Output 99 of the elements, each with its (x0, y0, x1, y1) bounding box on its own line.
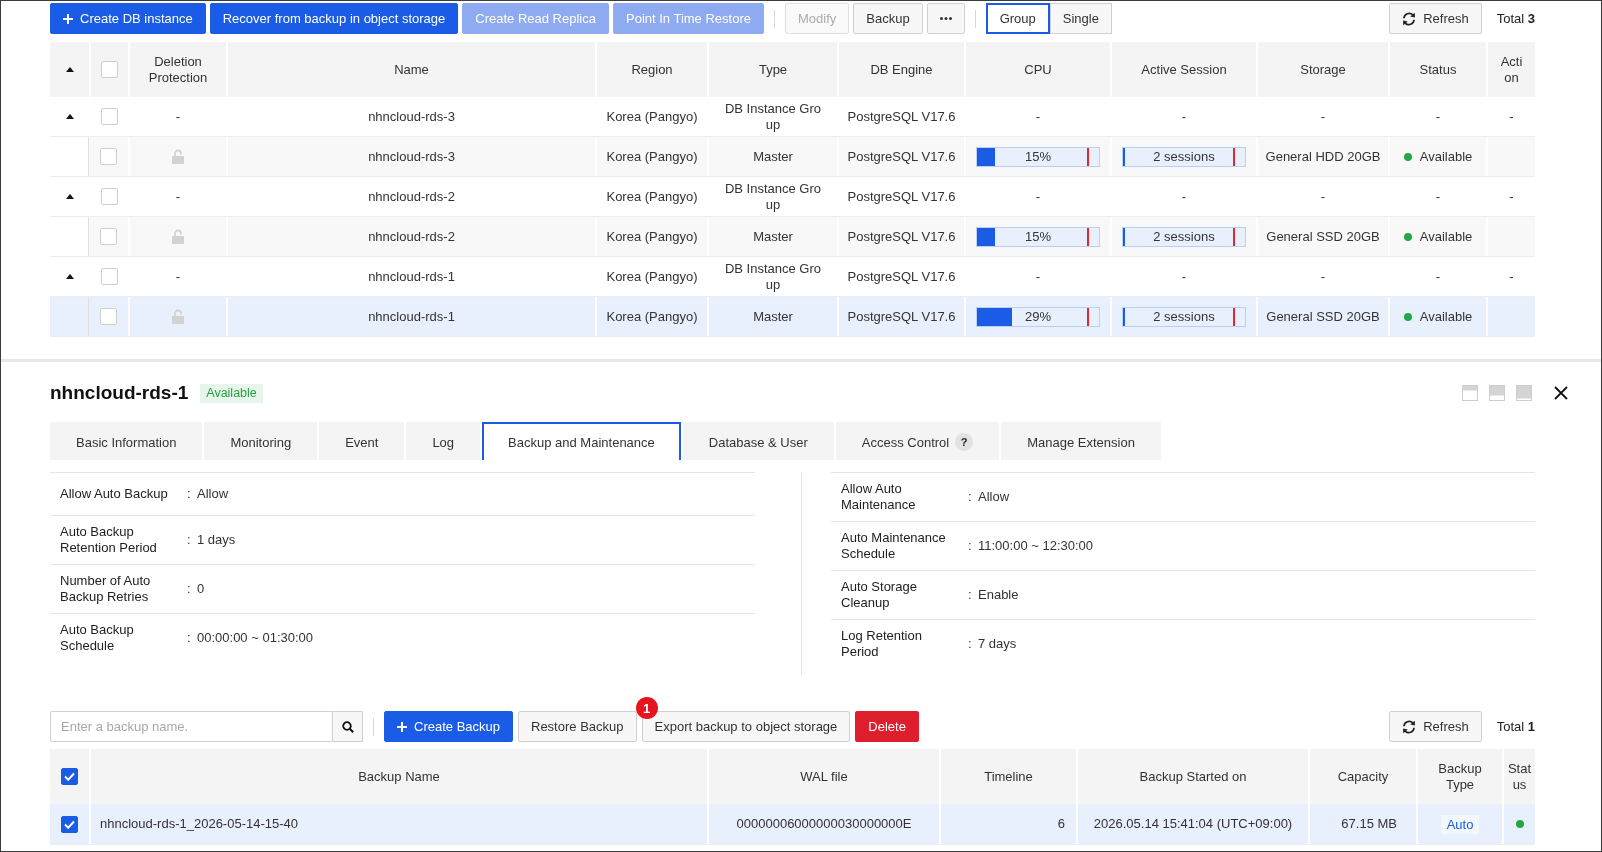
refresh-button[interactable]: Refresh (1389, 711, 1482, 742)
caret-up-icon[interactable] (65, 67, 74, 72)
help-icon[interactable]: ? (955, 433, 974, 451)
setting-label: Auto Backup Retention Period (60, 524, 158, 556)
setting-value: 00:00:00 ~ 01:30:00 (197, 630, 315, 646)
setting-label: Log Retention Period (841, 628, 923, 660)
panel-layout-icon[interactable] (1516, 385, 1532, 401)
threshold-marker (1086, 307, 1089, 326)
setting-colon: : (187, 630, 192, 646)
setting-colon: : (187, 581, 192, 597)
threshold-marker (1232, 227, 1235, 246)
setting-label: Auto Maintenance Schedule (841, 530, 947, 562)
action-button[interactable]: Backup (853, 3, 923, 34)
setting-value: 7 days (978, 636, 1018, 652)
table-cell: 6 (939, 804, 1076, 844)
status-text: Available (1419, 228, 1473, 245)
table-cell: nhncloud-rds-1 (226, 297, 595, 336)
setting-label: Auto Storage Cleanup (841, 579, 918, 611)
plus-icon (397, 721, 407, 732)
action-button[interactable]: Create DB instance (50, 3, 206, 34)
search-field[interactable]: Enter a backup name. (50, 711, 333, 742)
table-row[interactable]: nhncloud-rds-1 Korea (Pangyo) Master PostgreSQL V17.6 29% 2 sessions General SSD 20GB Available (50, 297, 1535, 337)
more-icon (939, 17, 952, 20)
tab[interactable]: Monitoring (204, 422, 318, 460)
tab[interactable]: Event (319, 422, 405, 460)
setting-colon: : (968, 538, 973, 554)
action-button[interactable]: Recover from backup in object storage (209, 3, 459, 34)
tab[interactable]: Database & User (682, 422, 834, 460)
total-count: Total 1 (1496, 719, 1535, 734)
caret-up-icon[interactable] (65, 194, 74, 199)
setting-colon: : (968, 587, 973, 603)
backup-type-tag: Auto (1440, 814, 1480, 834)
caret-up-icon[interactable] (65, 114, 74, 119)
table-cell: 2026.05.14 15:41:04 (UTC+09:00) (1076, 804, 1308, 844)
tab[interactable]: Access Control ? (835, 422, 1000, 460)
threshold-marker (1232, 307, 1235, 326)
setting-colon: : (187, 532, 192, 548)
search-button[interactable] (333, 711, 363, 742)
checkmark-icon (64, 772, 75, 781)
status-text: Available (1419, 308, 1473, 325)
status-text: Available (1419, 148, 1473, 165)
table-cell: 00000006000000030000000E (707, 804, 939, 844)
table-row[interactable]: nhncloud-rds-3 Korea (Pangyo) Master PostgreSQL V17.6 15% 2 sessions General HDD 20GB Available (50, 137, 1535, 177)
threshold-marker (1086, 147, 1089, 166)
refresh-button[interactable]: Refresh (1389, 3, 1482, 34)
usage-reading: 2 sessions (1153, 228, 1215, 245)
panel-layout-icon[interactable] (1489, 385, 1505, 401)
action-button[interactable]: Create Backup (384, 711, 513, 742)
tab[interactable]: Manage Extension (1001, 422, 1161, 460)
plus-icon (63, 13, 73, 24)
setting-label: Auto Backup Schedule (60, 622, 135, 654)
panel-layout-icon[interactable] (1462, 385, 1478, 401)
more-button[interactable] (926, 3, 965, 34)
usage-reading: 15% (1025, 148, 1051, 165)
refresh-icon (1402, 719, 1417, 734)
setting-label: Allow Auto Backup (60, 486, 169, 502)
table-row[interactable]: nhncloud-rds-1_2026-05-14-15-40 00000006000000030000000E 6 2026.05.14 15:41:04 (UTC+09:00) 67.15 MB Auto (50, 804, 1535, 845)
view-mode-toggle[interactable]: Group (985, 3, 1050, 34)
usage-reading: 15% (1025, 228, 1051, 245)
setting-value: Allow (978, 489, 1011, 505)
table-cell: Master (707, 297, 837, 336)
usage-reading: 2 sessions (1153, 148, 1215, 165)
usage-reading: 29% (1025, 308, 1051, 325)
usage-reading: 2 sessions (1153, 308, 1215, 325)
caret-up-icon[interactable] (65, 274, 74, 279)
panel-title: nhncloud-rds-1 (50, 382, 189, 404)
tab[interactable]: Backup and Maintenance (482, 422, 681, 460)
setting-value: 11:00:00 ~ 12:30:00 (978, 538, 1095, 554)
threshold-marker (1086, 227, 1089, 246)
total-count: Total 3 (1496, 11, 1535, 26)
close-icon[interactable] (1554, 386, 1568, 400)
search-icon (341, 720, 354, 733)
setting-value: 1 days (197, 532, 237, 548)
checkbox[interactable] (61, 815, 78, 833)
tab[interactable]: Log (406, 422, 481, 460)
callout-badge: 1 (635, 697, 658, 719)
view-mode-toggle[interactable]: Single (1049, 3, 1112, 34)
setting-value: Allow (197, 486, 230, 502)
table-cell: nhncloud-rds-1_2026-05-14-15-40 (89, 804, 707, 844)
setting-colon: : (187, 486, 192, 502)
setting-value: Enable (978, 587, 1020, 603)
checkmark-icon (64, 819, 75, 829)
table-cell: 67.15 MB (1308, 804, 1416, 844)
refresh-icon (1402, 11, 1417, 26)
action-button[interactable]: Restore Backup (518, 711, 637, 742)
table-row[interactable]: nhncloud-rds-2 Korea (Pangyo) Master PostgreSQL V17.6 15% 2 sessions General SSD 20GB Available (50, 217, 1535, 257)
table-cell: Korea (Pangyo) (595, 297, 707, 336)
setting-colon: : (968, 636, 973, 652)
setting-colon: : (968, 489, 973, 505)
table-cell: General SSD 20GB (1256, 297, 1388, 336)
status-badge: Available (200, 383, 263, 403)
table-cell: PostgreSQL V17.6 (837, 297, 964, 336)
threshold-marker (1232, 147, 1235, 166)
setting-value: 0 (197, 581, 206, 597)
checkbox[interactable] (61, 768, 78, 785)
setting-label: Number of Auto Backup Retries (60, 573, 152, 605)
setting-label: Allow Auto Maintenance (841, 481, 917, 513)
action-button[interactable]: Delete (855, 711, 919, 742)
tab[interactable]: Basic Information (50, 422, 203, 460)
